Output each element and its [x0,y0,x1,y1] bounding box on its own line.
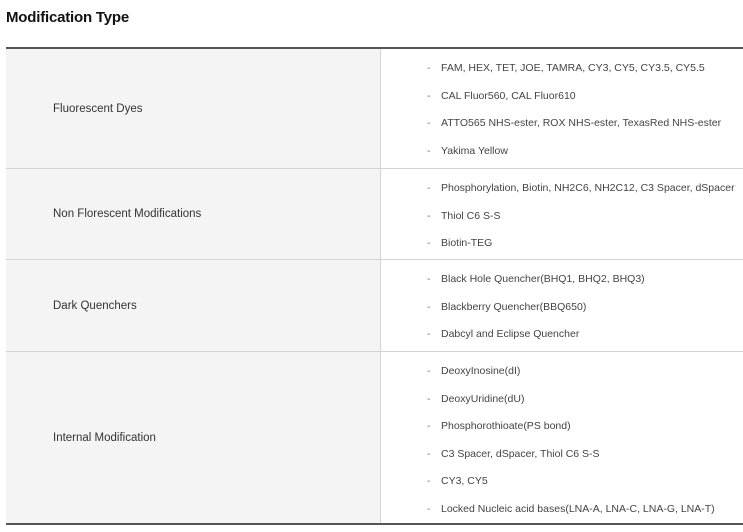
list-item: - Thiol C6 S-S [427,203,743,231]
bullet-dash: - [427,182,431,194]
list-item: - C3 Spacer, dSpacer, Thiol C6 S-S [427,441,743,469]
item-text: Biotin-TEG [441,237,493,249]
category-label: Non Florescent Modifications [6,169,381,259]
list-item: - Locked Nucleic acid bases(LNA-A, LNA-C,… [427,496,743,524]
table-row: Non Florescent Modifications - Phosphoryl… [6,169,743,260]
bullet-dash: - [427,447,431,460]
item-text: Phosphorothioate(PS bond) [441,420,571,432]
bullet-dash: - [427,420,431,432]
item-text: ATTO565 NHS-ester, ROX NHS-ester, TexasR… [441,117,722,129]
item-text: DeoxyUridine(dU) [441,392,525,405]
list-item: - CY3, CY5 [427,468,743,496]
item-text: FAM, HEX, TET, JOE, TAMRA, CY3, CY5, CY3… [441,62,705,74]
list-item: - ATTO565 NHS-ester, ROX NHS-ester, Texas… [427,110,743,138]
bullet-dash: - [427,328,431,340]
item-text: CY3, CY5 [441,475,488,487]
item-text: Black Hole Quencher(BHQ1, BHQ2, BHQ3) [441,273,645,285]
table-row: Dark Quenchers - Black Hole Quencher(BHQ1… [6,260,743,352]
item-text: Thiol C6 S-S [441,209,501,222]
bullet-dash: - [427,365,431,377]
item-text: CAL Fluor560, CAL Fluor610 [441,89,576,102]
item-text: C3 Spacer, dSpacer, Thiol C6 S-S [441,447,600,460]
item-text: DeoxyInosine(dI) [441,365,521,377]
item-text: Dabcyl and Eclipse Quencher [441,328,580,340]
item-list: - FAM, HEX, TET, JOE, TAMRA, CY3, CY5, CY… [381,49,743,168]
bullet-dash: - [427,209,431,222]
list-item: - Biotin-TEG [427,230,743,258]
list-item: - Yakima Yellow [427,138,743,166]
item-text: Locked Nucleic acid bases(LNA-A, LNA-C, … [441,502,715,515]
list-item: - Dabcyl and Eclipse Quencher [427,321,743,349]
list-item: - DeoxyInosine(dI) [427,358,743,386]
bullet-dash: - [427,237,431,249]
list-item: - CAL Fluor560, CAL Fluor610 [427,83,743,111]
list-item: - Phosphorothioate(PS bond) [427,413,743,441]
bullet-dash: - [427,502,431,515]
bullet-dash: - [427,144,431,157]
table-row: Internal Modification - DeoxyInosine(dI) … [6,352,743,523]
modification-table: Fluorescent Dyes - FAM, HEX, TET, JOE, TA… [6,47,743,525]
list-item: - Blackberry Quencher(BBQ650) [427,294,743,322]
bullet-dash: - [427,475,431,487]
table-row: Fluorescent Dyes - FAM, HEX, TET, JOE, TA… [6,49,743,169]
list-item: - Phosphorylation, Biotin, NH2C6, NH2C12,… [427,175,743,203]
bullet-dash: - [427,117,431,129]
item-text: Yakima Yellow [441,144,508,157]
item-text: Phosphorylation, Biotin, NH2C6, NH2C12, … [441,182,735,194]
category-label: Internal Modification [6,352,381,523]
page-title: Modification Type [6,9,129,26]
list-item: - Black Hole Quencher(BHQ1, BHQ2, BHQ3) [427,266,743,294]
item-text: Blackberry Quencher(BBQ650) [441,300,587,313]
item-list: - DeoxyInosine(dI) - DeoxyUridine(dU) - Pho… [381,352,743,523]
item-list: - Phosphorylation, Biotin, NH2C6, NH2C12,… [381,169,743,259]
bullet-dash: - [427,300,431,313]
category-label: Dark Quenchers [6,260,381,351]
bullet-dash: - [427,62,431,74]
bullet-dash: - [427,273,431,285]
list-item: - DeoxyUridine(dU) [427,386,743,414]
bullet-dash: - [427,89,431,102]
category-label: Fluorescent Dyes [6,49,381,168]
bullet-dash: - [427,392,431,405]
list-item: - FAM, HEX, TET, JOE, TAMRA, CY3, CY5, CY… [427,55,743,83]
item-list: - Black Hole Quencher(BHQ1, BHQ2, BHQ3) -… [381,260,743,351]
